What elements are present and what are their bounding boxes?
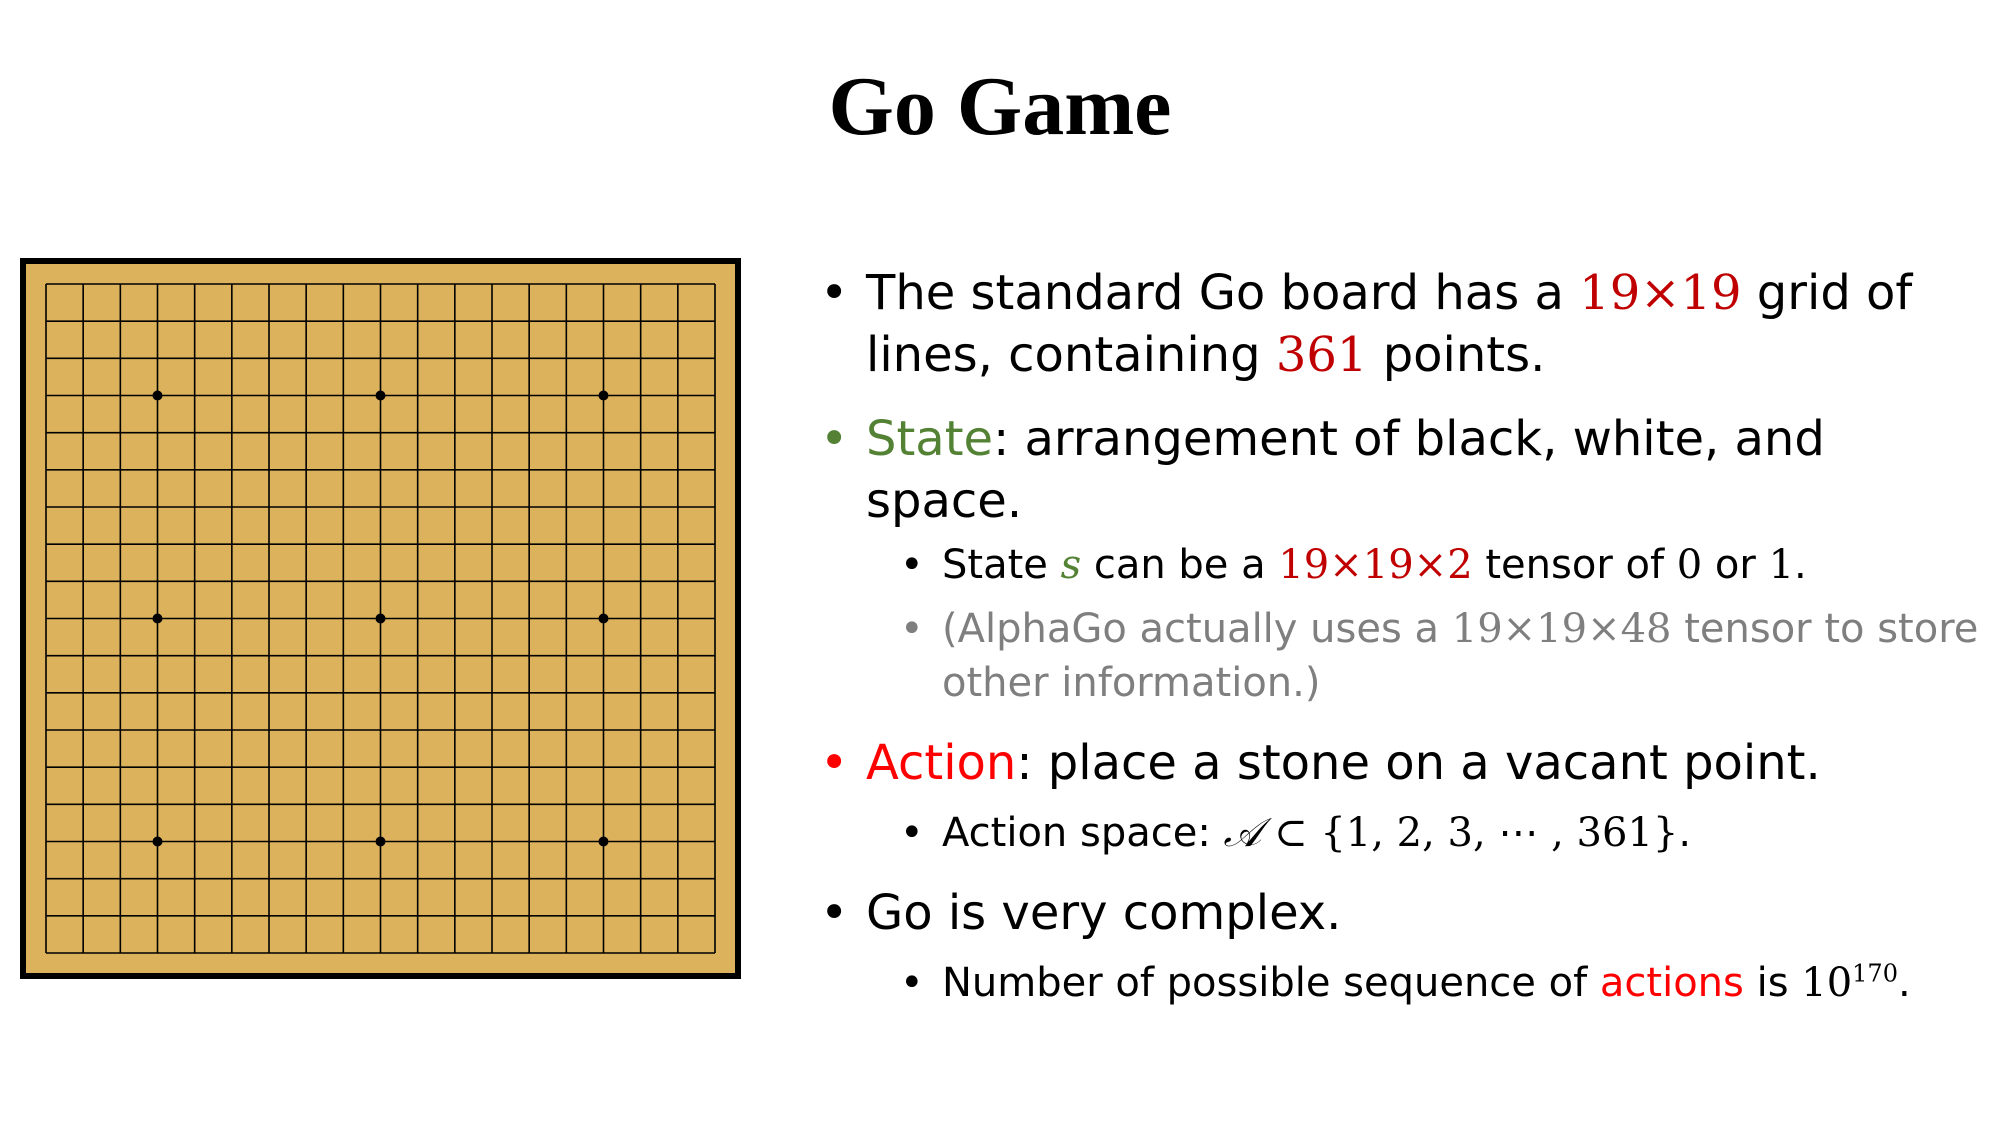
text: tensor of [1472, 542, 1677, 588]
text: Action space: [942, 810, 1224, 856]
text: . [1897, 960, 1911, 1006]
bullet-list: • The standard Go board has a 19×19 grid… [820, 262, 1990, 1010]
power-exponent: 170 [1852, 959, 1898, 988]
bullet-marker: • [900, 810, 924, 856]
text: Go is very complex. [866, 885, 1342, 941]
bullet-marker: • [900, 960, 924, 1006]
text: . [1678, 810, 1692, 856]
bullet-marker: • [820, 411, 849, 467]
action-space-set: ⊂ {1, 2, 3, ⋯ , 361} [1261, 810, 1679, 856]
slide-title: Go Game [828, 60, 1172, 153]
action-label: Action [866, 735, 1017, 791]
state-label: State [866, 411, 994, 467]
alphago-tensor-shape: 19×19×48 [1451, 606, 1672, 652]
star-point [152, 390, 163, 401]
point-count-value: 361 [1275, 327, 1368, 383]
text: or [1702, 542, 1769, 588]
go-board [20, 258, 741, 979]
star-point [375, 613, 386, 624]
bullet-marker: • [820, 735, 849, 791]
tensor-shape-value: 19×19×2 [1278, 542, 1473, 588]
text: (AlphaGo actually uses a [942, 606, 1452, 652]
go-board-graphic [20, 258, 741, 979]
bullet-action-space: • Action space: 𝒜 ⊂ {1, 2, 3, ⋯ , 361}. [820, 806, 1990, 860]
bullet-marker: • [900, 542, 924, 588]
value-one: 1 [1768, 542, 1795, 588]
star-point [375, 836, 386, 847]
text: : place a stone on a vacant point. [1016, 735, 1821, 791]
text: State [942, 542, 1061, 588]
bullet-marker: • [820, 885, 849, 941]
text: . [1794, 542, 1807, 588]
bullet-marker: • [820, 265, 849, 321]
star-point [152, 613, 163, 624]
star-point [375, 390, 386, 401]
bullet-board-size: • The standard Go board has a 19×19 grid… [820, 262, 1990, 386]
state-variable: s [1060, 542, 1082, 588]
bullet-action: • Action: place a stone on a vacant poin… [820, 732, 1990, 794]
text: can be a [1081, 542, 1279, 588]
bullet-complexity: • Go is very complex. [820, 882, 1990, 944]
value-zero: 0 [1676, 542, 1703, 588]
bullet-marker: • [900, 606, 924, 652]
text: is [1743, 960, 1802, 1006]
text: Number of possible sequence of [942, 960, 1600, 1006]
star-point [598, 836, 609, 847]
grid-size-value: 19×19 [1579, 265, 1742, 321]
bullet-state-tensor: • State s can be a 19×19×2 tensor of 0 o… [820, 538, 1990, 592]
bullet-alphago-tensor: • (AlphaGo actually uses a 19×19×48 tens… [820, 602, 1990, 710]
bullet-state: • State: arrangement of black, white, an… [820, 408, 1990, 532]
bullet-sequence-count: • Number of possible sequence of actions… [820, 956, 1990, 1010]
text: The standard Go board has a [866, 265, 1580, 321]
star-point [152, 836, 163, 847]
power-base: 10 [1801, 960, 1853, 1006]
action-space-symbol: 𝒜 [1223, 810, 1262, 856]
text: points. [1367, 327, 1546, 383]
text: : arrangement of black, white, and space… [866, 411, 1825, 529]
star-point [598, 390, 609, 401]
actions-word: actions [1599, 960, 1744, 1006]
star-point [598, 613, 609, 624]
